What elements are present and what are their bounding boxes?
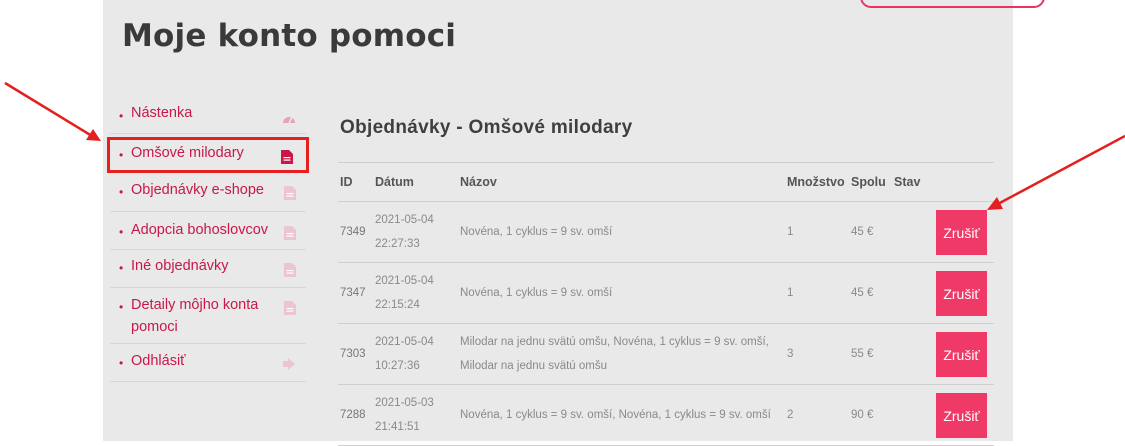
cell-actions: Zrušiť [934, 262, 994, 324]
section-title: Objednávky - Omšové milodary [340, 117, 633, 138]
bullet: • [119, 261, 124, 275]
sidebar-item-label: Nástenka [131, 105, 193, 121]
column-header-stav: Stav [892, 162, 934, 202]
cell-time: 22:15:24 [375, 299, 420, 311]
sidebar-item-nastenka[interactable]: • Nástenka [110, 98, 306, 134]
dashboard-icon [282, 112, 296, 126]
cell-actions: Zrušiť [934, 323, 994, 385]
document-icon [281, 150, 293, 164]
column-header-id: ID [338, 162, 373, 202]
zrusit-button[interactable]: Zrušiť [936, 270, 987, 316]
sidebar-item-label: Iné objednávky [131, 258, 229, 274]
bullet: • [119, 300, 124, 314]
document-icon [284, 186, 296, 200]
cell-mnozstvo: 1 [785, 201, 849, 263]
cell-spolu: 90 € [849, 384, 892, 446]
cell-datum: 2021-05-03 21:41:51 [373, 384, 458, 446]
sidebar-item-label: Omšové milodary [131, 145, 244, 161]
orders-table: ID Dátum Názov Množstvo Spolu Stav 7349 … [338, 162, 994, 446]
cell-mnozstvo: 3 [785, 323, 849, 385]
cell-stav [892, 201, 934, 263]
cell-datum: 2021-05-04 22:27:33 [373, 201, 458, 263]
document-icon [284, 263, 296, 277]
sidebar-item-label: Adopcia bohoslovcov [131, 222, 269, 238]
table-row: 7349 2021-05-04 22:27:33 Novéna, 1 cyklus… [338, 201, 994, 263]
table-row: 7347 2021-05-04 22:15:24 Novéna, 1 cyklus… [338, 262, 994, 324]
cell-nazov: Milodar na jednu svätú omšu, Novéna, 1 c… [458, 323, 785, 385]
bullet: • [119, 185, 124, 199]
top-header-button[interactable] [860, 0, 1045, 8]
sidebar-item-objednavky-eshope[interactable]: • Objednávky e-shope [110, 173, 306, 212]
annotation-arrow-left [4, 81, 101, 141]
cell-datum: 2021-05-04 10:27:36 [373, 323, 458, 385]
cell-date: 2021-05-04 [375, 214, 434, 226]
cell-nazov: Novéna, 1 cyklus = 9 sv. omší [458, 262, 785, 324]
sidebar-item-adopcia-bohoslovcov[interactable]: • Adopcia bohoslovcov [110, 212, 306, 250]
sidebar-item-label: Objednávky e-shope [131, 182, 264, 198]
cell-stav [892, 384, 934, 446]
cell-date: 2021-05-04 [375, 336, 434, 348]
logout-icon [283, 358, 296, 372]
document-icon [284, 226, 296, 240]
cell-id: 7303 [338, 323, 373, 385]
sidebar-item-label: Odhlásiť [131, 353, 186, 369]
column-header-actions [934, 162, 994, 202]
cell-mnozstvo: 1 [785, 262, 849, 324]
cell-id: 7347 [338, 262, 373, 324]
sidebar-item-detaily-konta[interactable]: • Detaily môjho konta pomoci [110, 288, 306, 344]
sidebar-item-ine-objednavky[interactable]: • Iné objednávky [110, 250, 306, 288]
table-header-row: ID Dátum Názov Množstvo Spolu Stav [338, 162, 994, 202]
sidebar-menu: • Nástenka • Omšové milodary • Objednávk… [107, 98, 309, 382]
bullet: • [119, 225, 124, 239]
cell-date: 2021-05-04 [375, 275, 434, 287]
cell-nazov: Novéna, 1 cyklus = 9 sv. omší [458, 201, 785, 263]
cell-actions: Zrušiť [934, 384, 994, 446]
cell-time: 10:27:36 [375, 360, 420, 372]
bullet: • [119, 109, 124, 123]
table-row: 7288 2021-05-03 21:41:51 Novéna, 1 cyklus… [338, 384, 994, 446]
zrusit-button[interactable]: Zrušiť [936, 331, 987, 377]
cell-id: 7288 [338, 384, 373, 446]
document-icon [284, 301, 296, 315]
cell-id: 7349 [338, 201, 373, 263]
zrusit-button[interactable]: Zrušiť [936, 209, 987, 255]
zrusit-button[interactable]: Zrušiť [936, 392, 987, 438]
cell-time: 22:27:33 [375, 238, 420, 250]
sidebar-item-label: Detaily môjho konta pomoci [131, 297, 259, 335]
column-header-nazov: Názov [458, 162, 785, 202]
table-row: 7303 2021-05-04 10:27:36 Milodar na jednu… [338, 323, 994, 385]
cell-date: 2021-05-03 [375, 397, 434, 409]
cell-stav [892, 323, 934, 385]
page-title: Moje konto pomoci [122, 18, 457, 54]
bullet: • [119, 356, 124, 370]
cell-stav [892, 262, 934, 324]
cell-spolu: 55 € [849, 323, 892, 385]
sidebar-item-omsove-milodary[interactable]: • Omšové milodary [107, 137, 309, 173]
cell-datum: 2021-05-04 22:15:24 [373, 262, 458, 324]
cell-mnozstvo: 2 [785, 384, 849, 446]
cell-nazov: Novéna, 1 cyklus = 9 sv. omší, Novéna, 1… [458, 384, 785, 446]
column-header-datum: Dátum [373, 162, 458, 202]
cell-spolu: 45 € [849, 262, 892, 324]
column-header-spolu: Spolu [849, 162, 892, 202]
cell-actions: Zrušiť [934, 201, 994, 263]
sidebar-item-odhlasit[interactable]: • Odhlásiť [110, 344, 306, 382]
bullet: • [119, 148, 124, 162]
cell-time: 21:41:51 [375, 421, 420, 433]
column-header-mnozstvo: Množstvo [785, 162, 849, 202]
cell-spolu: 45 € [849, 201, 892, 263]
